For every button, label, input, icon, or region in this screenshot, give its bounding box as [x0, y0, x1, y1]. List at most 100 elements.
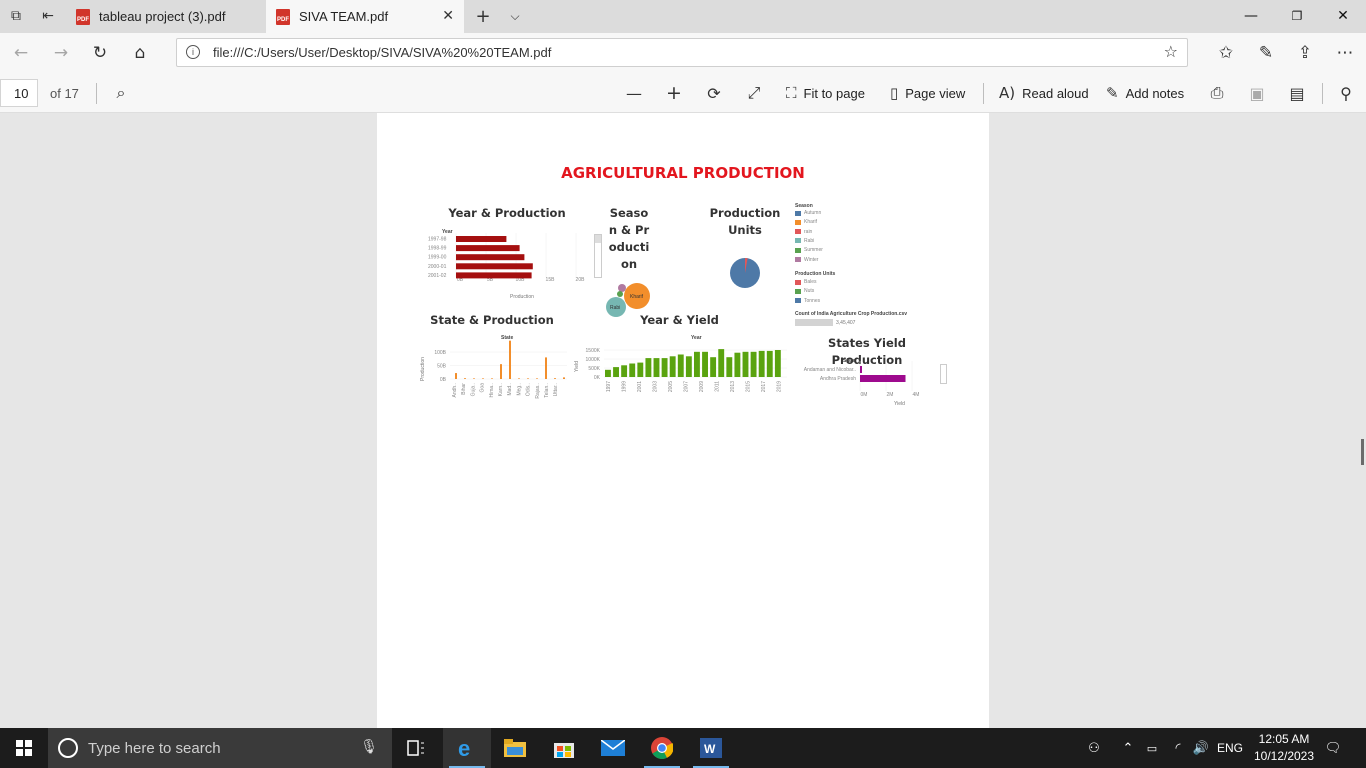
print-icon[interactable]: ⎙	[1205, 82, 1229, 104]
save-icon[interactable]: ▣	[1245, 82, 1269, 104]
task-view-icon[interactable]	[392, 728, 440, 768]
wifi-icon[interactable]: ◜	[1166, 728, 1190, 768]
close-window-button[interactable]: ✕	[1320, 0, 1366, 32]
system-clock[interactable]: 12:05 AM 10/12/2023	[1246, 731, 1322, 765]
legend-item: Winter	[795, 257, 818, 263]
favorite-star-icon[interactable]: ☆	[1164, 42, 1178, 61]
fullscreen-icon[interactable]: ⤢	[742, 82, 766, 104]
home-icon[interactable]: ⌂	[127, 41, 153, 65]
share-icon[interactable]: ⇪	[1292, 41, 1318, 65]
year-yield-ylabel: Yield	[574, 361, 580, 372]
tab-tableau-project[interactable]: PDF tableau project (3).pdf	[66, 0, 264, 33]
favorites-icon[interactable]: ✩	[1213, 41, 1239, 65]
zoom-out-icon[interactable]: —	[622, 82, 646, 104]
legend-swatch	[795, 257, 801, 262]
divider	[96, 83, 97, 104]
bar-1997-98	[456, 236, 507, 242]
set-tabs-aside-icon[interactable]: ⇤	[37, 6, 59, 26]
y-tick-label: 1999-00	[428, 255, 447, 261]
edge-app-icon[interactable]: e	[443, 728, 491, 768]
back-arrow-icon[interactable]: ←	[8, 41, 34, 65]
count-bar	[795, 319, 833, 326]
zoom-in-icon[interactable]: +	[662, 82, 686, 104]
add-notes-button[interactable]: ✎ Add notes	[1106, 82, 1184, 104]
pen-icon: ✎	[1106, 84, 1119, 102]
volume-icon[interactable]: 🔊	[1190, 728, 1212, 768]
more-icon[interactable]: ⋯	[1332, 41, 1358, 65]
title-line: Production	[709, 206, 781, 220]
rotate-icon[interactable]: ⟳	[702, 82, 726, 104]
legend-swatch	[795, 210, 801, 216]
word-icon[interactable]: W	[687, 728, 735, 768]
state-tick-label: Karn..	[498, 383, 504, 396]
yield-bar	[677, 354, 684, 377]
chrome-icon[interactable]	[638, 728, 686, 768]
tab-actions-icon[interactable]: ⧉	[5, 6, 27, 26]
state-bar	[527, 378, 529, 379]
start-button[interactable]	[0, 728, 48, 768]
states-yield-scrollbar[interactable]	[940, 364, 947, 384]
taskbar-search[interactable]: Type here to search 🎙	[48, 728, 392, 768]
yield-bar	[629, 363, 636, 377]
store-icon[interactable]	[540, 728, 588, 768]
info-icon[interactable]: i	[186, 45, 200, 59]
legend-swatch	[795, 298, 801, 304]
state-bar	[518, 378, 520, 379]
state-yield-bar	[860, 366, 862, 373]
pin-toolbar-icon[interactable]: ⚲	[1334, 82, 1358, 104]
legend-label: Nuts	[804, 288, 815, 295]
action-center-icon[interactable]: 🗨	[1318, 728, 1348, 768]
search-icon[interactable]: ⌕	[109, 82, 133, 104]
year-production-chart: 0B 5B 10B 15B 20B1997-981998-991999-002000-0…	[428, 233, 585, 283]
pdf-viewer[interactable]: AGRICULTURAL PRODUCTION Year & Productio…	[0, 113, 1366, 728]
pdf-file-icon: PDF	[76, 8, 90, 25]
pen-icon[interactable]: ✎	[1253, 41, 1279, 65]
legend-label: Summer	[804, 247, 823, 254]
viewer-scrollbar[interactable]	[1361, 439, 1364, 465]
show-hidden-icons-chevron[interactable]: ⌃	[1118, 728, 1138, 768]
language-indicator[interactable]: ENG	[1214, 728, 1246, 768]
legend-item: Summer	[795, 247, 823, 253]
file-explorer-icon[interactable]	[491, 728, 539, 768]
state-bar	[473, 378, 475, 379]
battery-icon[interactable]: ▭	[1140, 728, 1164, 768]
people-icon[interactable]: ⚇	[1080, 728, 1108, 768]
legend-item: Rabi	[795, 238, 814, 244]
address-bar[interactable]: i file:///C:/Users/User/Desktop/SIVA/SIV…	[176, 38, 1188, 67]
season-scrollbar[interactable]	[594, 234, 602, 278]
page-view-button[interactable]: ▯ Page view	[890, 82, 965, 104]
legend-label: Kharif	[804, 219, 818, 226]
microphone-icon[interactable]: 🎙	[360, 739, 378, 755]
x-tick-label: 2M	[887, 392, 894, 398]
cortana-icon	[58, 738, 78, 758]
close-tab-icon[interactable]: ✕	[442, 8, 454, 24]
url-text[interactable]: file:///C:/Users/User/Desktop/SIVA/SIVA%…	[213, 45, 551, 60]
y-tick-label: 2001-02	[428, 273, 447, 279]
tab-siva-team[interactable]: PDF SIVA TEAM.pdf ✕	[266, 0, 464, 33]
bubble-rabi-label: Rabi	[610, 305, 620, 311]
y-tick-label: Andhra Pradesh	[820, 376, 856, 382]
state-yield-bar	[860, 375, 906, 382]
page-number-input[interactable]: 10	[0, 79, 38, 107]
state-bar	[536, 378, 538, 379]
read-aloud-button[interactable]: A) Read aloud	[999, 82, 1089, 104]
refresh-icon[interactable]: ↻	[87, 41, 113, 65]
yield-bar	[758, 350, 765, 377]
new-tab-icon[interactable]: +	[472, 6, 494, 27]
minimize-button[interactable]: —	[1228, 0, 1274, 32]
fit-to-page-button[interactable]: ⛶ Fit to page	[786, 82, 865, 104]
clock-date: 10/12/2023	[1253, 749, 1315, 763]
legend-item: rain	[795, 229, 812, 235]
scrollbar-thumb[interactable]	[595, 235, 601, 243]
title-line: Seaso	[609, 206, 649, 220]
mail-icon[interactable]	[589, 728, 637, 768]
yield-bar	[742, 351, 749, 377]
bar-1999-00	[456, 254, 525, 261]
tab-list-chevron-icon[interactable]: ⌵	[504, 6, 526, 26]
production-units-pie	[730, 257, 760, 288]
clock-time: 12:05 AM	[1258, 732, 1310, 746]
legend-swatch	[795, 279, 801, 285]
save-as-icon[interactable]: ▤	[1285, 82, 1309, 104]
forward-arrow-icon[interactable]: →	[48, 41, 74, 65]
restore-button[interactable]: ❐	[1274, 0, 1320, 32]
